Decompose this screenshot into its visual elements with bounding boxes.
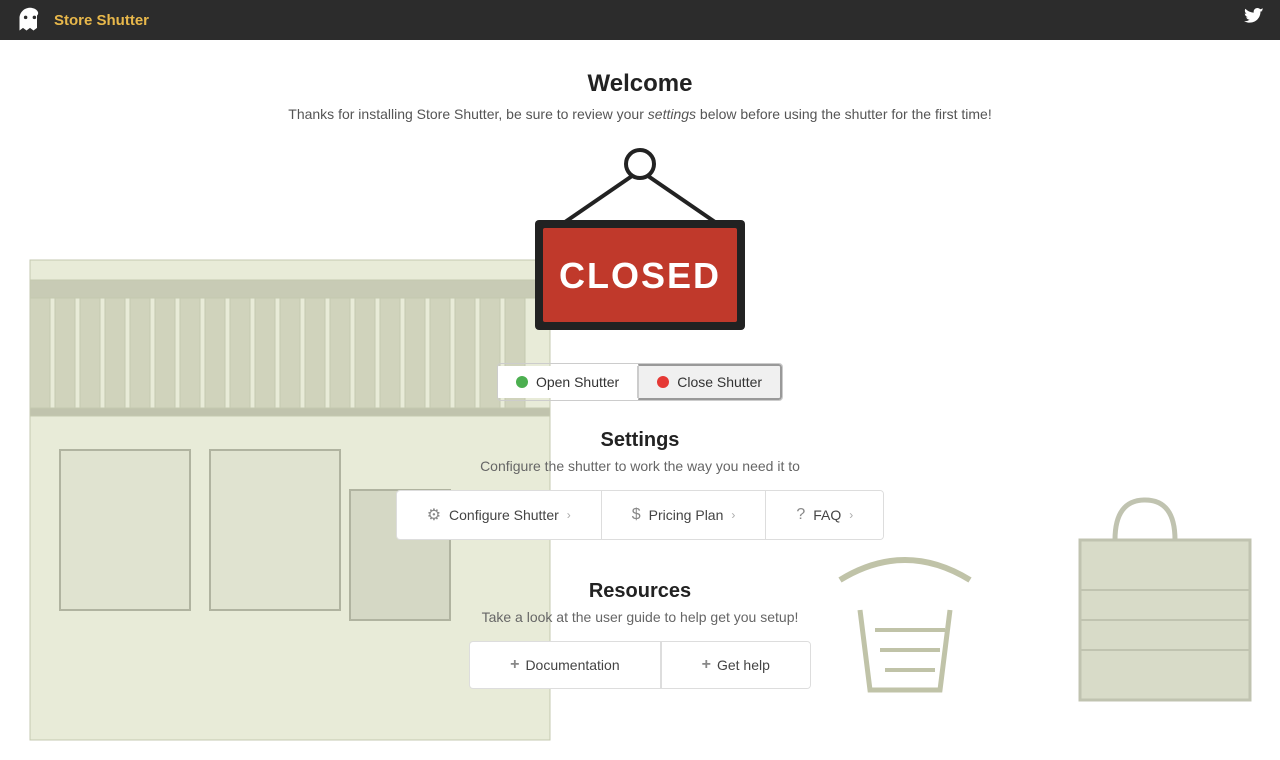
pricing-plan-button[interactable]: $ Pricing Plan ›: [602, 491, 767, 539]
documentation-button[interactable]: + Documentation: [470, 642, 661, 688]
open-shutter-button[interactable]: Open Shutter: [498, 366, 638, 398]
resources-subtitle: Take a look at the user guide to help ge…: [469, 609, 811, 625]
documentation-label: Documentation: [525, 657, 619, 673]
welcome-title: Welcome: [588, 70, 693, 98]
dollar-icon: $: [632, 506, 641, 524]
svg-text:CLOSED: CLOSED: [559, 255, 721, 296]
docs-plus-icon: +: [510, 656, 519, 674]
welcome-subtitle: Thanks for installing Store Shutter, be …: [288, 106, 991, 122]
close-status-dot: [657, 376, 669, 388]
configure-shutter-label: Configure Shutter: [449, 507, 559, 523]
help-plus-icon: +: [702, 656, 711, 674]
gear-icon: ⚙: [427, 505, 441, 525]
app-title: Store Shutter: [54, 12, 149, 29]
pricing-plan-label: Pricing Plan: [649, 507, 724, 523]
faq-label: FAQ: [813, 507, 841, 523]
main-content: Welcome Thanks for installing Store Shut…: [0, 40, 1280, 720]
settings-buttons: ⚙ Configure Shutter › $ Pricing Plan › ?…: [396, 490, 885, 540]
resources-buttons: + Documentation + Get help: [469, 641, 811, 689]
closed-sign: CLOSED: [510, 142, 770, 347]
shutter-toggle-group: Open Shutter Close Shutter: [497, 363, 783, 401]
settings-section: Settings Configure the shutter to work t…: [396, 429, 885, 540]
settings-title: Settings: [396, 429, 885, 452]
resources-section: Resources Take a look at the user guide …: [469, 580, 811, 689]
resources-title: Resources: [469, 580, 811, 603]
configure-chevron-icon: ›: [567, 508, 571, 522]
question-icon: ?: [796, 506, 805, 524]
open-shutter-label: Open Shutter: [536, 374, 619, 390]
faq-chevron-icon: ›: [849, 508, 853, 522]
twitter-icon[interactable]: [1244, 8, 1264, 33]
close-shutter-label: Close Shutter: [677, 374, 762, 390]
app-header: Store Shutter: [0, 0, 1280, 40]
configure-shutter-button[interactable]: ⚙ Configure Shutter ›: [397, 491, 602, 539]
close-shutter-button[interactable]: Close Shutter: [638, 364, 782, 400]
pricing-chevron-icon: ›: [731, 508, 735, 522]
header-left: Store Shutter: [16, 6, 149, 34]
app-logo-icon: [16, 6, 44, 34]
get-help-label: Get help: [717, 657, 770, 673]
open-status-dot: [516, 376, 528, 388]
settings-subtitle: Configure the shutter to work the way yo…: [396, 458, 885, 474]
get-help-button[interactable]: + Get help: [661, 642, 810, 688]
faq-button[interactable]: ? FAQ ›: [766, 491, 883, 539]
